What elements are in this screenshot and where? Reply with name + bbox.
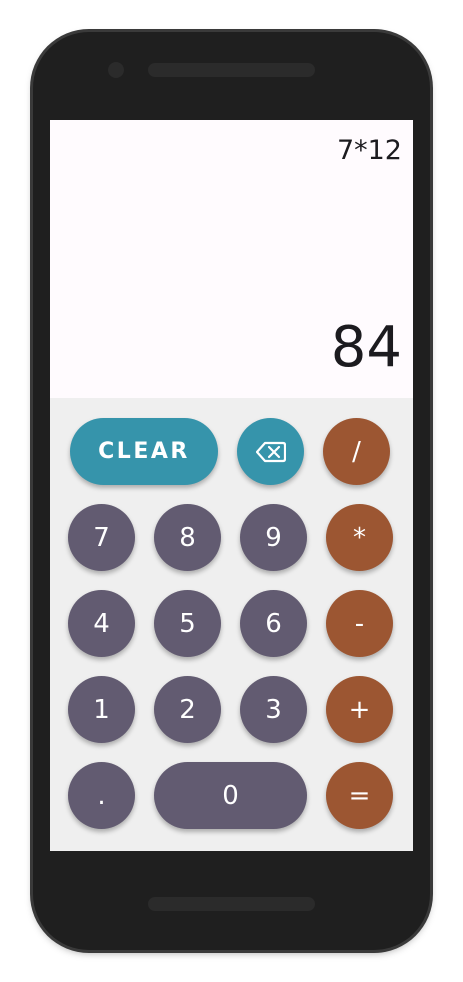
digit-2-button[interactable]: 2 xyxy=(154,676,221,743)
decimal-button[interactable]: . xyxy=(68,762,135,829)
calculator-screen: 7*12 84 CLEAR / 7 8 9 * 4 5 6 - 1 2 3 + … xyxy=(50,120,413,851)
multiply-button[interactable]: * xyxy=(326,504,393,571)
backspace-button[interactable] xyxy=(237,418,304,485)
equals-button[interactable]: = xyxy=(326,762,393,829)
digit-3-button[interactable]: 3 xyxy=(240,676,307,743)
digit-5-button[interactable]: 5 xyxy=(154,590,221,657)
clear-button[interactable]: CLEAR xyxy=(70,418,218,485)
digit-8-button[interactable]: 8 xyxy=(154,504,221,571)
digit-9-button[interactable]: 9 xyxy=(240,504,307,571)
camera-icon xyxy=(108,62,124,78)
backspace-icon xyxy=(255,441,286,463)
expression-text: 7*12 xyxy=(336,135,402,166)
digit-7-button[interactable]: 7 xyxy=(68,504,135,571)
digit-6-button[interactable]: 6 xyxy=(240,590,307,657)
divide-button[interactable]: / xyxy=(323,418,390,485)
calculator-display: 7*12 84 xyxy=(50,120,413,398)
digit-1-button[interactable]: 1 xyxy=(68,676,135,743)
keypad: CLEAR / 7 8 9 * 4 5 6 - 1 2 3 + . 0 = xyxy=(50,398,413,851)
clear-button-label: CLEAR xyxy=(98,439,190,464)
digit-4-button[interactable]: 4 xyxy=(68,590,135,657)
add-button[interactable]: + xyxy=(326,676,393,743)
subtract-button[interactable]: - xyxy=(326,590,393,657)
result-text: 84 xyxy=(330,315,402,380)
bottom-speaker xyxy=(148,897,315,911)
digit-0-button[interactable]: 0 xyxy=(154,762,307,829)
phone-frame: 7*12 84 CLEAR / 7 8 9 * 4 5 6 - 1 2 3 + … xyxy=(33,32,430,950)
earpiece-speaker xyxy=(148,63,315,77)
